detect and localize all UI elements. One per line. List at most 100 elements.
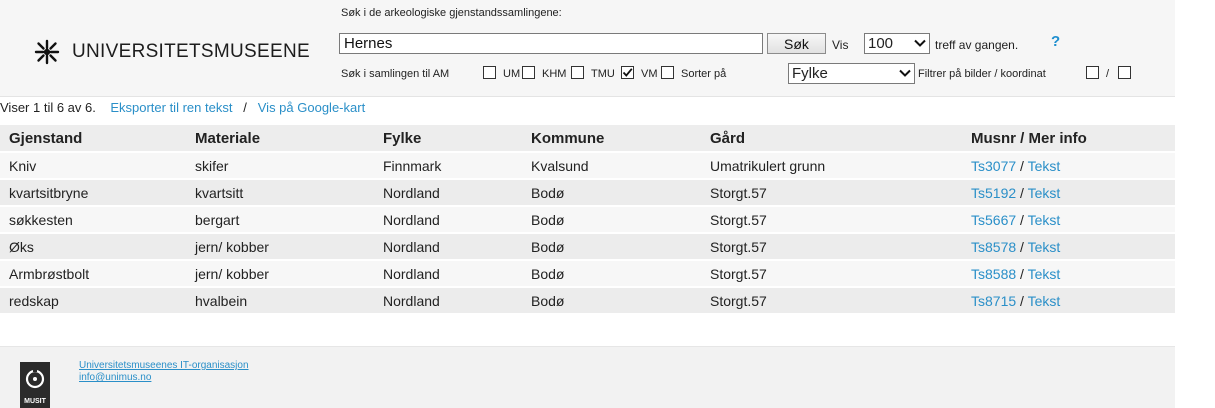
results-per-page-value: 100 bbox=[868, 35, 894, 52]
checkbox-um[interactable] bbox=[522, 66, 535, 79]
cell-musnr: Ts3077 / Tekst bbox=[962, 152, 1175, 180]
column-header-gjenstand: Gjenstand bbox=[0, 125, 186, 153]
cell-gard: Storgt.57 bbox=[701, 287, 962, 315]
cell-fylke: Nordland bbox=[374, 260, 522, 288]
treff-label: treff av gangen. bbox=[935, 38, 1019, 52]
table-header-row: Gjenstand Materiale Fylke Kommune Gård M… bbox=[0, 125, 1175, 153]
table-row: redskap hvalbein Nordland Bodø Storgt.57… bbox=[0, 287, 1175, 315]
table-row: Øks jern/ kobber Nordland Bodø Storgt.57… bbox=[0, 233, 1175, 261]
sort-select[interactable]: Fylke bbox=[788, 63, 915, 84]
cell-fylke: Nordland bbox=[374, 179, 522, 207]
filter-images-label: Filtrer på bilder / koordinat bbox=[918, 68, 1046, 80]
text-info-link[interactable]: Tekst bbox=[1028, 212, 1061, 228]
results-count: Viser 1 til 6 av 6. bbox=[0, 100, 96, 115]
universitetsmuseene-logo-icon bbox=[34, 39, 60, 65]
checkbox-images[interactable] bbox=[1086, 66, 1099, 79]
text-info-link[interactable]: Tekst bbox=[1028, 266, 1061, 282]
cell-materiale: jern/ kobber bbox=[186, 233, 374, 261]
vis-label: Vis bbox=[832, 38, 849, 52]
cell-materiale: skifer bbox=[186, 152, 374, 180]
table-row: kvartsitbryne kvartsitt Nordland Bodø St… bbox=[0, 179, 1175, 207]
page-footer: MUSIT Universitetsmuseenes IT-organisasj… bbox=[0, 346, 1175, 408]
text-info-link[interactable]: Tekst bbox=[1028, 239, 1061, 255]
chevron-down-icon bbox=[899, 69, 911, 77]
results-table: Gjenstand Materiale Fylke Kommune Gård M… bbox=[0, 125, 1175, 315]
cell-gjenstand: Kniv bbox=[0, 152, 186, 180]
cell-separator: / bbox=[1020, 238, 1024, 255]
musnr-link[interactable]: Ts5667 bbox=[971, 212, 1016, 228]
cell-fylke: Nordland bbox=[374, 287, 522, 315]
checkbox-khm[interactable] bbox=[571, 66, 584, 79]
checkmark-icon bbox=[622, 68, 633, 77]
cell-gjenstand: Øks bbox=[0, 233, 186, 261]
collection-label-khm: KHM bbox=[542, 68, 567, 80]
column-header-gard: Gård bbox=[701, 125, 962, 153]
musit-logo-icon: MUSIT bbox=[20, 362, 50, 408]
musnr-link[interactable]: Ts5192 bbox=[971, 185, 1016, 201]
export-text-link[interactable]: Eksporter til ren tekst bbox=[110, 100, 232, 115]
cell-fylke: Nordland bbox=[374, 206, 522, 234]
column-header-materiale: Materiale bbox=[186, 125, 374, 153]
sort-select-value: Fylke bbox=[792, 65, 828, 82]
text-info-link[interactable]: Tekst bbox=[1028, 158, 1061, 174]
collection-filter-label: Søk i samlingen til AM bbox=[341, 68, 450, 80]
cell-gard: Storgt.57 bbox=[701, 260, 962, 288]
cell-gard: Umatrikulert grunn bbox=[701, 152, 962, 180]
cell-gjenstand: redskap bbox=[0, 287, 186, 315]
checkbox-tmu[interactable] bbox=[621, 66, 634, 79]
footer-org-link[interactable]: Universitetsmuseenes IT-organisasjon bbox=[79, 360, 249, 372]
help-link[interactable]: ? bbox=[1051, 33, 1060, 50]
google-map-link[interactable]: Vis på Google-kart bbox=[258, 100, 365, 115]
cell-separator: / bbox=[1020, 184, 1024, 201]
cell-musnr: Ts5667 / Tekst bbox=[962, 206, 1175, 234]
cell-separator: / bbox=[1020, 211, 1024, 228]
search-button[interactable]: Søk bbox=[767, 33, 826, 54]
musnr-link[interactable]: Ts8715 bbox=[971, 293, 1016, 309]
cell-gjenstand: kvartsitbryne bbox=[0, 179, 186, 207]
cell-kommune: Kvalsund bbox=[522, 152, 701, 180]
collection-label-tmu: TMU bbox=[591, 68, 615, 80]
site-logo[interactable]: UNIVERSITETSMUSEENE bbox=[34, 38, 310, 66]
column-header-kommune: Kommune bbox=[522, 125, 701, 153]
cell-gard: Storgt.57 bbox=[701, 206, 962, 234]
musnr-link[interactable]: Ts8578 bbox=[971, 239, 1016, 255]
checkbox-am[interactable] bbox=[483, 66, 496, 79]
results-per-page-select[interactable]: 100 bbox=[864, 33, 930, 54]
cell-kommune: Bodø bbox=[522, 233, 701, 261]
results-summary: Viser 1 til 6 av 6. Eksporter til ren te… bbox=[0, 100, 365, 115]
cell-musnr: Ts5192 / Tekst bbox=[962, 179, 1175, 207]
checkbox-vm[interactable] bbox=[661, 66, 674, 79]
cell-musnr: Ts8578 / Tekst bbox=[962, 233, 1175, 261]
cell-gjenstand: Armbrøstbolt bbox=[0, 260, 186, 288]
cell-separator: / bbox=[1020, 265, 1024, 282]
cell-musnr: Ts8588 / Tekst bbox=[962, 260, 1175, 288]
cell-kommune: Bodø bbox=[522, 287, 701, 315]
page-header: UNIVERSITETSMUSEENE Søk i de arkeologisk… bbox=[0, 0, 1175, 97]
cell-kommune: Bodø bbox=[522, 179, 701, 207]
collection-label-um: UM bbox=[503, 68, 521, 80]
search-caption: Søk i de arkeologiske gjenstandssamlinge… bbox=[341, 7, 562, 19]
text-info-link[interactable]: Tekst bbox=[1028, 293, 1061, 309]
musnr-link[interactable]: Ts8588 bbox=[971, 266, 1016, 282]
sort-label: Sorter på bbox=[681, 68, 727, 80]
musit-logo-text: MUSIT bbox=[24, 398, 47, 405]
link-separator: / bbox=[243, 100, 247, 115]
footer-email-link[interactable]: info@unimus.no bbox=[79, 372, 151, 384]
checkbox-coordinates[interactable] bbox=[1118, 66, 1131, 79]
chevron-down-icon bbox=[914, 39, 926, 47]
table-row: Armbrøstbolt jern/ kobber Nordland Bodø … bbox=[0, 260, 1175, 288]
text-info-link[interactable]: Tekst bbox=[1028, 185, 1061, 201]
column-header-musnr: Musnr / Mer info bbox=[962, 125, 1175, 153]
musnr-link[interactable]: Ts3077 bbox=[971, 158, 1016, 174]
search-input[interactable] bbox=[339, 33, 763, 54]
cell-materiale: bergart bbox=[186, 206, 374, 234]
cell-musnr: Ts8715 / Tekst bbox=[962, 287, 1175, 315]
collection-label-vm: VM bbox=[641, 68, 658, 80]
table-row: Kniv skifer Finnmark Kvalsund Umatrikule… bbox=[0, 152, 1175, 180]
cell-gjenstand: søkkesten bbox=[0, 206, 186, 234]
cell-materiale: jern/ kobber bbox=[186, 260, 374, 288]
cell-fylke: Finnmark bbox=[374, 152, 522, 180]
cell-fylke: Nordland bbox=[374, 233, 522, 261]
table-row: søkkesten bergart Nordland Bodø Storgt.5… bbox=[0, 206, 1175, 234]
column-header-fylke: Fylke bbox=[374, 125, 522, 153]
